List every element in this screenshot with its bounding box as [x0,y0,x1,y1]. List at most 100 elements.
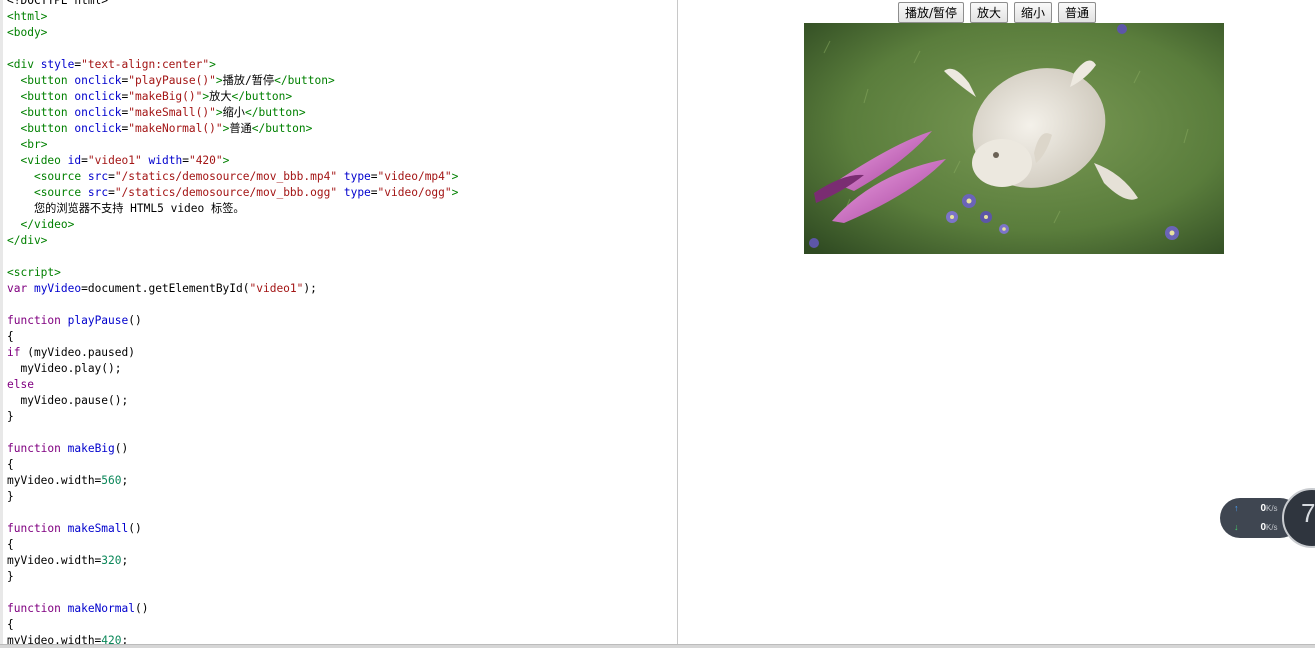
code-token: myVideo.width= [7,554,102,567]
code-token: </button> [274,74,335,87]
code-token: </button> [244,106,306,119]
code-line: myVideo.width=560; [7,473,458,489]
code-line: { [7,329,458,345]
code-token: else [7,378,34,391]
code-token: } [7,410,14,423]
code-token: myVideo.width= [7,474,102,487]
code-line: <button onclick="makeNormal()">普通</butto… [7,121,458,137]
code-token: <button [20,122,75,135]
code-token: 普通 [229,122,252,135]
code-token: </button> [251,122,313,135]
code-token: ; [121,554,129,567]
code-token: > [222,154,230,167]
code-line: } [7,569,458,585]
code-token: function [7,442,68,455]
code-line: </video> [7,217,458,233]
code-token: <source [33,170,88,183]
code-editor-pane[interactable]: <!DOCTYPE html> <html> <body> <div style="… [0,0,678,645]
code-line: <button onclick="makeSmall()">缩小</button… [7,105,458,121]
code-line: if (myVideo.paused) [7,345,458,361]
code-token: playPause [67,314,129,327]
code-token: 320 [101,554,122,567]
code-line: } [7,409,458,425]
code-token: () [114,442,129,455]
code-line: { [7,617,458,633]
code-token: ; [121,474,129,487]
code-line: <source src="/statics/demosource/mov_bbb… [7,169,458,185]
code-token: function [7,314,68,327]
video-frame-image [804,23,1224,254]
code-token: { [7,330,14,343]
code-token: { [7,618,14,631]
code-line: myVideo.play(); [7,361,458,377]
video-controls: 播放/暂停 放大 缩小 普通 [679,2,1315,23]
code-editor-content[interactable]: <!DOCTYPE html> <html> <body> <div style="… [7,0,458,645]
code-token: makeNormal [67,602,135,615]
make-normal-button[interactable]: 普通 [1058,2,1097,23]
code-token: () [128,314,142,327]
preview-pane: 播放/暂停 放大 缩小 普通 [679,0,1315,645]
code-token: 播放/暂停 [222,74,275,87]
code-token: =document.getElementById( [81,282,250,295]
code-line: function makeNormal() [7,601,458,617]
code-line: } [7,489,458,505]
code-token: if [7,346,28,359]
code-token: function [7,602,68,615]
code-token: "makeNormal()" [128,122,223,135]
code-line: var myVideo=document.getElementById("vid… [7,281,458,297]
code-token: { [7,538,14,551]
code-token: </div> [7,234,48,247]
code-token: type [343,170,371,183]
make-big-button[interactable]: 放大 [970,2,1009,23]
code-token: <script> [7,266,61,279]
code-token: <source [33,186,88,199]
code-token: "makeBig()" [128,90,203,103]
code-token: () [134,602,149,615]
code-token: var [7,282,34,295]
code-line: <!DOCTYPE html> [7,0,458,9]
code-token: > [451,186,459,199]
play-pause-button[interactable]: 播放/暂停 [897,2,964,23]
code-token: } [7,490,14,503]
code-line: function playPause() [7,313,458,329]
code-token: myVideo.pause(); [7,394,129,407]
code-token: > [451,170,459,183]
code-line: <video id="video1" width="420"> [7,153,458,169]
code-token: } [7,570,14,583]
code-line: <body> [7,25,458,41]
code-token: 放大 [209,90,232,103]
code-token: </video> [20,218,75,231]
code-token: makeSmall [67,522,129,535]
code-token: onclick [74,90,122,103]
code-token: src [87,170,109,183]
code-token: = [108,186,115,199]
code-token: "text-align:center" [81,58,210,71]
code-token: 缩小 [222,106,245,119]
code-line: <button onclick="makeBig()">放大</button> [7,89,458,105]
code-token: (myVideo.paused) [27,346,135,359]
network-speed-widget[interactable]: ↑0K/s ↓0K/s 73 [1220,488,1315,548]
code-token: onclick [74,106,122,119]
code-token: <html> [7,10,48,23]
code-line: </div> [7,233,458,249]
code-token: { [7,458,14,471]
make-small-button[interactable]: 缩小 [1014,2,1053,23]
code-token: id [67,154,82,167]
code-token: src [87,186,109,199]
code-token: onclick [74,74,122,87]
video-player[interactable] [804,23,1224,254]
code-token: > [215,74,223,87]
code-token: myVideo [33,282,82,295]
